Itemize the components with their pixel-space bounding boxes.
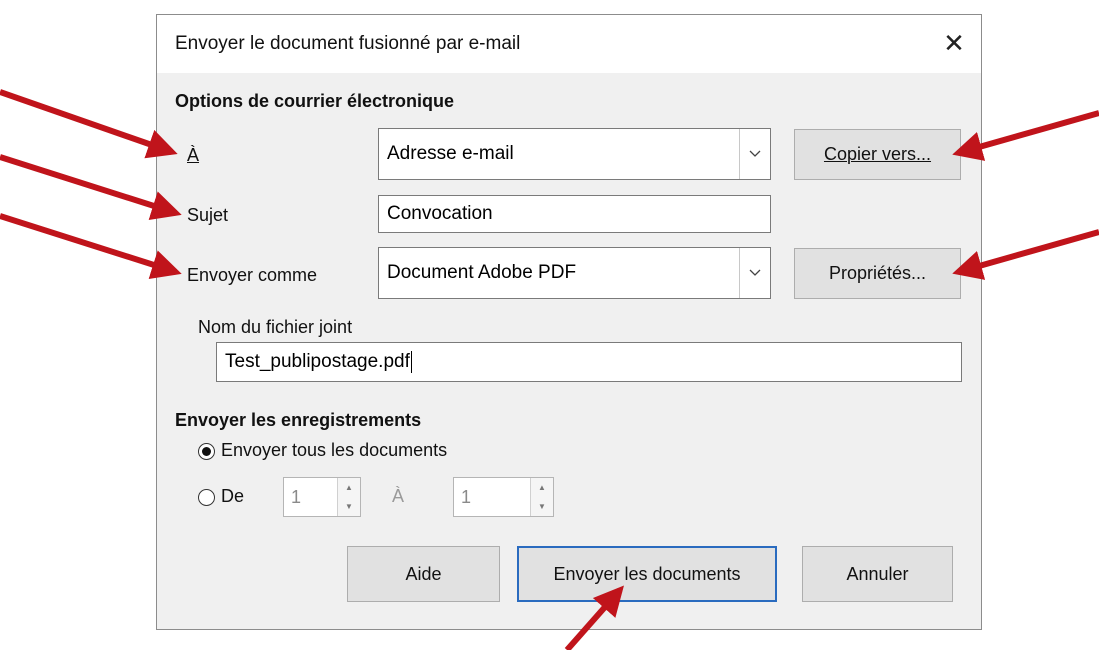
send-as-label: Envoyer comme — [187, 265, 318, 285]
help-button-label: Aide — [405, 563, 442, 584]
copy-to-button-label: Copier vers... — [823, 144, 932, 164]
attachment-name-value: Test_publipostage.pdf — [225, 343, 412, 381]
from-spin-buttons: ▲ ▼ — [337, 478, 360, 516]
from-spinbox-value: 1 — [291, 486, 302, 507]
from-radio[interactable] — [198, 489, 215, 506]
close-button[interactable]: ✕ — [931, 21, 977, 65]
to-record-label: À — [392, 486, 405, 506]
from-spinbox[interactable]: 1 ▲ ▼ — [283, 477, 361, 517]
spin-down-icon[interactable]: ▼ — [531, 497, 553, 516]
send-documents-button-label: Envoyer les documents — [553, 563, 741, 584]
send-as-combobox[interactable]: Document Adobe PDF — [378, 247, 771, 299]
dialog-title: Envoyer le document fusionné par e-mail — [175, 33, 521, 54]
cancel-button[interactable]: Annuler — [802, 546, 953, 602]
send-as-combobox-value: Document Adobe PDF — [387, 262, 577, 283]
copy-to-button[interactable]: Copier vers... — [794, 129, 961, 180]
properties-button-label: Propriétés... — [828, 263, 927, 283]
to-combobox[interactable]: Adresse e-mail — [378, 128, 771, 180]
subject-input[interactable]: Convocation — [378, 195, 771, 233]
mail-merge-dialog: Envoyer le document fusionné par e-mail … — [156, 14, 982, 630]
annotation-arrow-icon — [0, 154, 182, 221]
to-spinbox-value: 1 — [461, 486, 472, 507]
attachment-name-label: Nom du fichier joint — [198, 317, 353, 337]
subject-input-value: Convocation — [387, 203, 493, 224]
subject-label: Sujet — [187, 205, 229, 225]
spin-down-icon[interactable]: ▼ — [338, 497, 360, 516]
chevron-down-icon[interactable] — [739, 248, 770, 298]
chevron-down-icon[interactable] — [739, 129, 770, 179]
help-button[interactable]: Aide — [347, 546, 500, 602]
to-spin-buttons: ▲ ▼ — [530, 478, 553, 516]
cancel-button-label: Annuler — [846, 563, 909, 584]
records-heading: Envoyer les enregistrements — [175, 410, 422, 430]
send-all-radio[interactable] — [198, 443, 215, 460]
radio-selected-dot — [202, 447, 211, 456]
send-all-label: Envoyer tous les documents — [221, 440, 448, 460]
properties-button[interactable]: Propriétés... — [794, 248, 961, 299]
to-spinbox[interactable]: 1 ▲ ▼ — [453, 477, 554, 517]
email-options-heading: Options de courrier électronique — [175, 91, 455, 111]
spin-up-icon[interactable]: ▲ — [531, 478, 553, 498]
spin-up-icon[interactable]: ▲ — [338, 478, 360, 498]
annotation-arrow-icon — [0, 89, 178, 159]
attachment-name-text: Test_publipostage.pdf — [225, 351, 410, 372]
attachment-name-input[interactable]: Test_publipostage.pdf — [216, 342, 962, 382]
send-documents-button[interactable]: Envoyer les documents — [517, 546, 777, 602]
text-caret — [410, 351, 412, 373]
close-icon: ✕ — [943, 27, 965, 58]
to-label: À — [187, 145, 200, 165]
from-label: De — [221, 486, 245, 506]
annotation-arrow-icon — [0, 213, 182, 280]
to-combobox-value: Adresse e-mail — [387, 143, 514, 164]
title-bar: Envoyer le document fusionné par e-mail … — [157, 15, 981, 73]
